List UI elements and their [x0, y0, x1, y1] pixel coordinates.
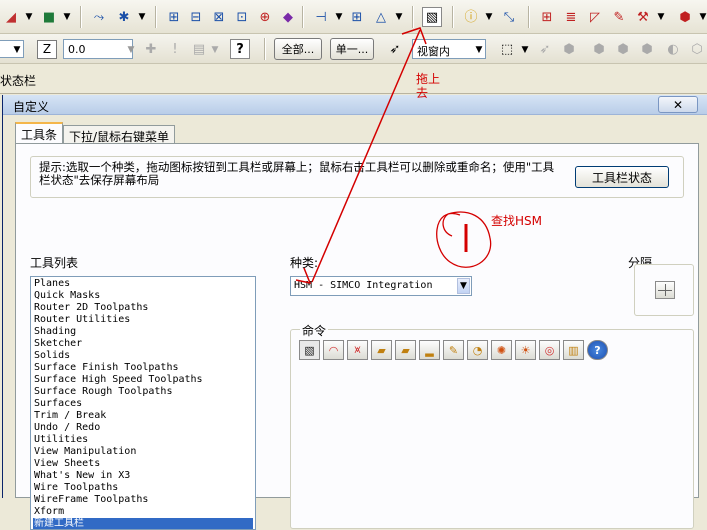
list-item[interactable]: Xform: [33, 506, 253, 518]
drag-arrow-line: [311, 29, 421, 283]
list-item-selected[interactable]: 新建工具栏: [33, 518, 253, 529]
circle-scribble: [436, 211, 492, 268]
drag-arrow-head: [401, 27, 427, 45]
annotation-drag-up: 拖上去: [416, 72, 441, 100]
annotation-overlay: [295, 27, 492, 285]
drag-arrow-tail: [295, 267, 312, 285]
drag-arrow: [295, 27, 427, 285]
annotation-find-hsm: 查找HSM: [491, 214, 542, 228]
